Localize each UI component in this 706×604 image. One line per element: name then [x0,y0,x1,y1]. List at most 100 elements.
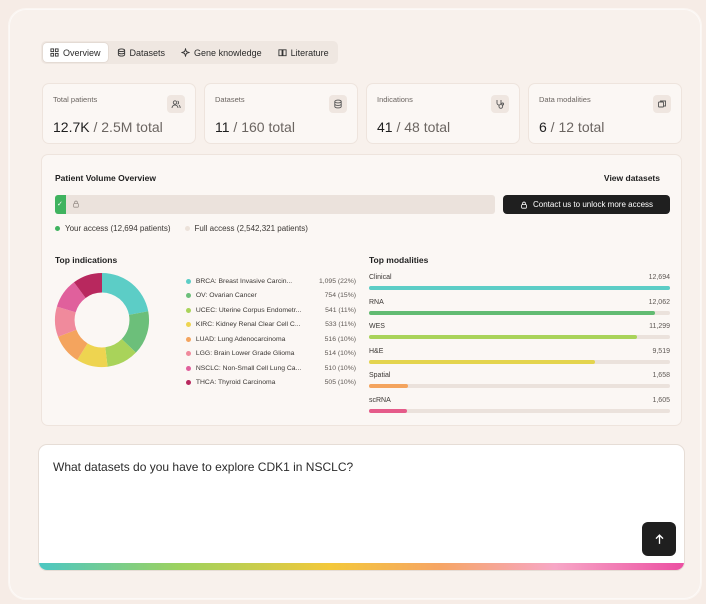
modality-value: 12,694 [648,274,670,281]
database-icon [329,95,347,113]
stat-label: Datasets [215,95,245,104]
legend-dot [186,336,191,342]
indication-name: UCEC: Uterine Corpus Endometr... [195,306,302,314]
modality-name: H&E [369,347,384,355]
modality-name: scRNA [369,396,391,404]
top-indications-title: Top indications [55,255,118,265]
indication-name: THCA: Thyroid Carcinoma [195,379,276,387]
check-icon: ✓ [57,201,63,208]
tab-label: Gene knowledge [194,47,262,58]
indication-name: LUAD: Lung Adenocarcinoma [195,335,286,343]
legend-dot [184,226,190,231]
indication-row: THCA: Thyroid Carcinoma 505 (10%) [186,376,356,391]
legend-dot [186,351,191,357]
indication-count: 541 (11%) [325,306,356,314]
indications-donut-chart [54,272,150,368]
indication-row: NSCLC: Non-Small Cell Lung Ca... 510 (10%… [186,361,356,376]
lock-icon [521,201,527,209]
indication-name: KIRC: Kidney Renal Clear Cell C... [195,321,301,329]
top-modalities-title: Top modalities [369,255,429,265]
indication-row: LUAD: Lung Adenocarcinoma 516 (10%) [186,332,356,347]
stat-value: 12.7K / 2.5M total [53,119,163,135]
modality-value: 9,519 [652,347,670,355]
legend-dot [186,293,191,299]
indication-name: NSCLC: Non-Small Cell Lung Ca... [195,364,302,372]
modality-track [369,335,670,339]
your-access-fill: ✓ [55,195,66,214]
tab-label: Datasets [129,47,166,58]
modality-row: H&E 9,519 [369,348,670,373]
modality-name: WES [369,323,385,330]
legend-dot [55,226,60,231]
legend-dot [186,365,191,371]
indication-count: 1,095 (22%) [318,277,356,285]
chat-input-box[interactable]: What datasets do you have to explore CDK… [38,444,685,571]
legend-your-access: Your access (12,694 patients) [55,224,171,233]
modality-row: Spatial 1,658 [369,372,670,397]
modality-bar [369,310,655,315]
indication-count: 533 (11%) [325,321,356,329]
modality-track [369,408,670,413]
sparkle-icon [181,48,191,57]
tab-overview[interactable]: Overview [43,43,108,62]
contact-unlock-button[interactable]: Contact us to unlock more access [503,195,670,214]
indication-name: LGG: Brain Lower Grade Glioma [195,350,295,358]
tab-literature[interactable]: Literature [271,43,336,62]
legend-full-access: Full access (2,542,321 patients) [184,224,308,233]
tab-label: Overview [63,47,101,58]
gradient-accent-bar [39,563,684,570]
indication-row: LGG: Brain Lower Grade Glioma 514 (10%) [186,347,356,362]
stat-label: Data modalities [539,95,591,104]
modality-row: Clinical 12,694 [369,274,670,299]
indication-count: 516 (10%) [324,335,356,343]
indication-count: 510 (10%) [324,364,356,372]
tab-label: Literature [290,47,329,58]
stat-label: Total patients [53,95,98,104]
modality-value: 1,605 [652,396,670,404]
modality-track [369,384,670,388]
donut-slice [102,272,149,315]
database-icon [117,48,125,57]
indication-count: 754 (15%) [324,292,356,300]
view-datasets-link[interactable]: View datasets [604,173,660,183]
indication-name: BRCA: Breast Invasive Carcin... [195,277,293,285]
modality-row: WES 11,299 [369,323,670,348]
stat-card-indications: Indications 41 / 48 total [366,83,520,144]
tab-datasets[interactable]: Datasets [110,43,173,62]
tab-gene-knowledge[interactable]: Gene knowledge [174,43,269,62]
chat-input-text[interactable]: What datasets do you have to explore CDK… [53,460,353,474]
modality-track [369,286,670,290]
patient-volume-bar: ✓ [55,195,495,214]
modality-name: Clinical [369,274,392,281]
stat-card-total-patients: Total patients 12.7K / 2.5M total [42,83,196,144]
stat-value: 11 / 160 total [215,119,295,135]
modality-bar [369,408,408,413]
modality-value: 12,062 [648,298,670,306]
contact-label: Contact us to unlock more access [532,200,654,209]
indication-count: 505 (10%) [324,379,356,387]
modality-bar [369,335,637,339]
lock-icon [73,200,79,208]
modality-name: Spatial [369,372,391,379]
modality-track [369,310,670,315]
access-legend: Your access (12,694 patients) Full acces… [55,224,308,233]
book-icon [278,49,287,57]
legend-dot [186,380,191,386]
modality-value: 1,658 [652,372,670,379]
send-button[interactable] [642,522,676,556]
stat-value: 6 / 12 total [539,119,605,135]
stat-value: 41 / 48 total [377,119,451,135]
grid-icon [50,48,59,57]
modality-track [369,359,670,364]
indications-legend: BRCA: Breast Invasive Carcin... 1,095 (22… [186,274,356,390]
legend-dot [186,278,191,284]
modality-bar [369,359,595,364]
indication-row: BRCA: Breast Invasive Carcin... 1,095 (22… [186,274,356,289]
indication-count: 514 (10%) [324,350,356,358]
stat-card-data-modalities: Data modalities 6 / 12 total [528,83,682,144]
legend-dot [186,322,191,328]
stat-label: Indications [377,95,413,104]
stat-card-datasets: Datasets 11 / 160 total [204,83,358,144]
stethoscope-icon [491,95,509,113]
arrow-up-icon [655,533,663,544]
